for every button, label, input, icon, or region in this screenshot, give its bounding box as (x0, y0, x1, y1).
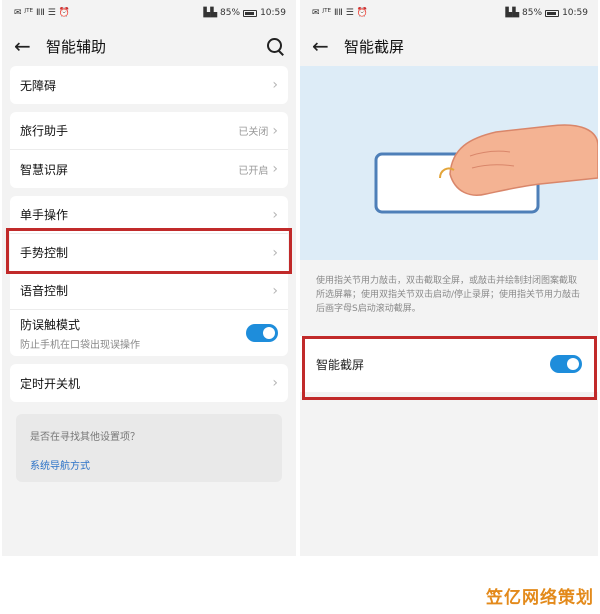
illustration-svg (374, 124, 598, 214)
back-arrow-icon[interactable]: ← (312, 36, 338, 56)
status-icons: ✉ ᴶᵀᴱ ⅡⅡ ☰ ⏰ (14, 8, 70, 18)
clock: 10:59 (562, 8, 588, 18)
search-icon[interactable] (266, 37, 284, 55)
settings-group-1: 无障碍 › (10, 66, 288, 104)
settings-group-4: 定时开关机 › (10, 364, 288, 402)
app-bar: ← 智能辅助 (2, 26, 296, 66)
suggestion-question: 是否在寻找其他设置项？ (30, 432, 140, 443)
status-icons: ✉ ᴶᵀᴱ ⅡⅡ ☰ ⏰ (312, 8, 368, 18)
chevron-right-icon: › (272, 77, 278, 93)
page-title: 智能截屏 (344, 37, 405, 56)
suggestion-card: 是否在寻找其他设置项？ 系统导航方式 (16, 414, 282, 482)
signal-status-text: ✉ ᴶᵀᴱ ⅡⅡ ☰ ⏰ (312, 8, 368, 18)
clock: 10:59 (260, 8, 286, 18)
status-bar: ✉ ᴶᵀᴱ ⅡⅡ ☰ ⏰ ▙▙ 85% 10:59 (300, 0, 598, 26)
chevron-right-icon: › (272, 206, 278, 223)
right-screen: ✉ ᴶᵀᴱ ⅡⅡ ☰ ⏰ ▙▙ 85% 10:59 ← 智能截屏 使用指关节用力… (300, 0, 598, 556)
feature-description: 使用指关节用力敲击，双击截取全屏，或敲击并绘制封闭图案截取所选屏幕；使用双指关节… (316, 276, 581, 314)
hand-icon (449, 124, 598, 196)
settings-item-scheduled-power[interactable]: 定时开关机 › (10, 364, 288, 402)
system-navigation-link[interactable]: 系统导航方式 (30, 457, 268, 472)
gesture-control-highlight (6, 228, 292, 274)
settings-group-3: 单手操作 › 手势控制 › 语音控制 › 防误触模式 防止手机在口袋出现误操作 (10, 196, 288, 356)
battery-icon (243, 9, 258, 17)
app-bar: ← 智能截屏 (300, 26, 598, 66)
battery-percent: ▙▙ 85% (203, 8, 241, 18)
accidental-touch-toggle[interactable] (246, 324, 278, 342)
settings-item-voice-control[interactable]: 语音控制 › (10, 272, 288, 310)
item-label: 语音控制 (20, 284, 69, 298)
item-label: 智慧识屏 (20, 162, 69, 177)
item-label: 旅行助手 (20, 124, 69, 138)
knuckle-gesture-illustration (300, 66, 598, 260)
settings-item-smart-screen-recognition[interactable]: 智慧识屏 已开启 › (10, 150, 288, 188)
item-status: 已关闭 (238, 127, 269, 138)
chevron-right-icon: › (272, 161, 278, 177)
settings-item-accessibility[interactable]: 无障碍 › (10, 66, 288, 104)
settings-item-accidental-touch[interactable]: 防误触模式 防止手机在口袋出现误操作 (10, 310, 288, 356)
settings-group-2: 旅行助手 已关闭 › 智慧识屏 已开启 › (10, 112, 288, 188)
item-label: 定时开关机 (20, 376, 81, 391)
item-label: 防误触模式 (20, 317, 81, 332)
item-status: 已开启 (238, 165, 269, 177)
back-arrow-icon[interactable]: ← (14, 36, 40, 56)
battery-percent: ▙▙ 85% (505, 8, 543, 18)
signal-status-text: ✉ ᴶᵀᴱ ⅡⅡ ☰ ⏰ (14, 8, 70, 18)
smart-screenshot-highlight (302, 336, 597, 400)
battery-icon (545, 9, 560, 17)
chevron-right-icon: › (272, 282, 278, 299)
item-label: 无障碍 (20, 78, 57, 93)
chevron-right-icon: › (272, 122, 278, 139)
status-bar: ✉ ᴶᵀᴱ ⅡⅡ ☰ ⏰ ▙▙ 85% 10:59 (2, 0, 296, 26)
status-right: ▙▙ 85% 10:59 (505, 8, 588, 18)
watermark: 笠亿网络策划 (486, 588, 594, 608)
item-subtitle: 防止手机在口袋出现误操作 (20, 339, 140, 351)
chevron-right-icon: › (272, 375, 278, 391)
settings-item-travel-assistant[interactable]: 旅行助手 已关闭 › (10, 112, 288, 150)
status-right: ▙▙ 85% 10:59 (203, 8, 286, 18)
item-label: 单手操作 (20, 208, 69, 222)
page-title: 智能辅助 (46, 37, 107, 56)
left-screen: ✉ ᴶᵀᴱ ⅡⅡ ☰ ⏰ ▙▙ 85% 10:59 ← 智能辅助 无障碍 › 旅… (2, 0, 296, 556)
